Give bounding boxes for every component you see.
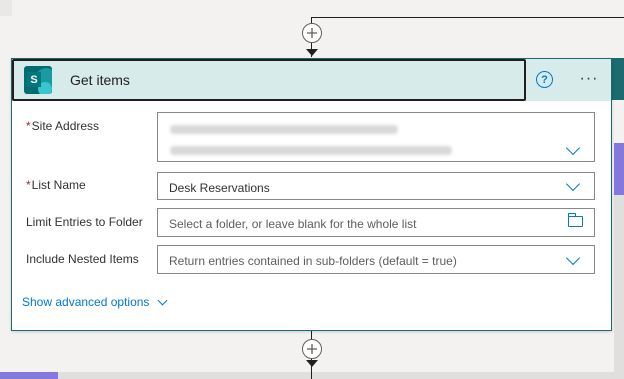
redacted-site-url [170, 146, 452, 155]
background-card-edge [0, 0, 12, 16]
insert-step-button[interactable] [302, 339, 322, 359]
limit-folder-placeholder: Select a folder, or leave blank for the … [169, 217, 417, 231]
list-name-value: Desk Reservations [169, 181, 270, 195]
card-title-bar[interactable]: S Get items [12, 59, 526, 101]
list-name-dropdown[interactable]: Desk Reservations [157, 172, 595, 200]
show-advanced-options-link[interactable]: Show advanced options [22, 295, 168, 309]
ellipsis-icon: ··· [579, 70, 599, 87]
nested-items-dropdown[interactable]: Return entries contained in sub-folders … [157, 245, 595, 274]
site-address-label: *Site Address [26, 119, 100, 133]
help-button[interactable]: ? [536, 71, 553, 88]
insert-step-button[interactable] [302, 23, 322, 43]
sibling-card-accent-edge [614, 143, 624, 195]
card-title: Get items [70, 72, 130, 88]
limit-folder-label: Limit Entries to Folder [26, 215, 143, 229]
chevron-down-icon [565, 140, 581, 156]
arrow-down-icon [306, 49, 318, 56]
sharepoint-icon: S [24, 66, 52, 94]
folder-icon[interactable] [567, 213, 583, 227]
limit-folder-input[interactable]: Select a folder, or leave blank for the … [157, 208, 595, 237]
next-card-edge [0, 372, 624, 379]
help-icon: ? [541, 73, 548, 86]
list-name-label: *List Name [26, 178, 86, 192]
flow-connector-line [311, 17, 624, 18]
chevron-down-icon [565, 176, 581, 192]
site-address-dropdown[interactable] [157, 112, 595, 162]
plus-icon [307, 344, 317, 354]
card-header: S Get items ? ··· [12, 59, 611, 101]
get-items-action-card: S Get items ? ··· *Site Address *List Na… [11, 58, 612, 331]
sibling-card-body-edge [614, 195, 624, 379]
nested-items-label: Include Nested Items [26, 252, 139, 266]
redacted-site-name [170, 125, 398, 134]
nested-items-placeholder: Return entries contained in sub-folders … [169, 254, 457, 268]
arrow-down-icon [306, 360, 318, 367]
plus-icon [307, 28, 317, 38]
more-options-button[interactable]: ··· [574, 69, 604, 89]
chevron-down-icon [565, 250, 581, 266]
chevron-down-icon [157, 295, 168, 305]
sibling-card-header-edge [612, 58, 624, 100]
next-card-accent-edge [0, 372, 58, 379]
